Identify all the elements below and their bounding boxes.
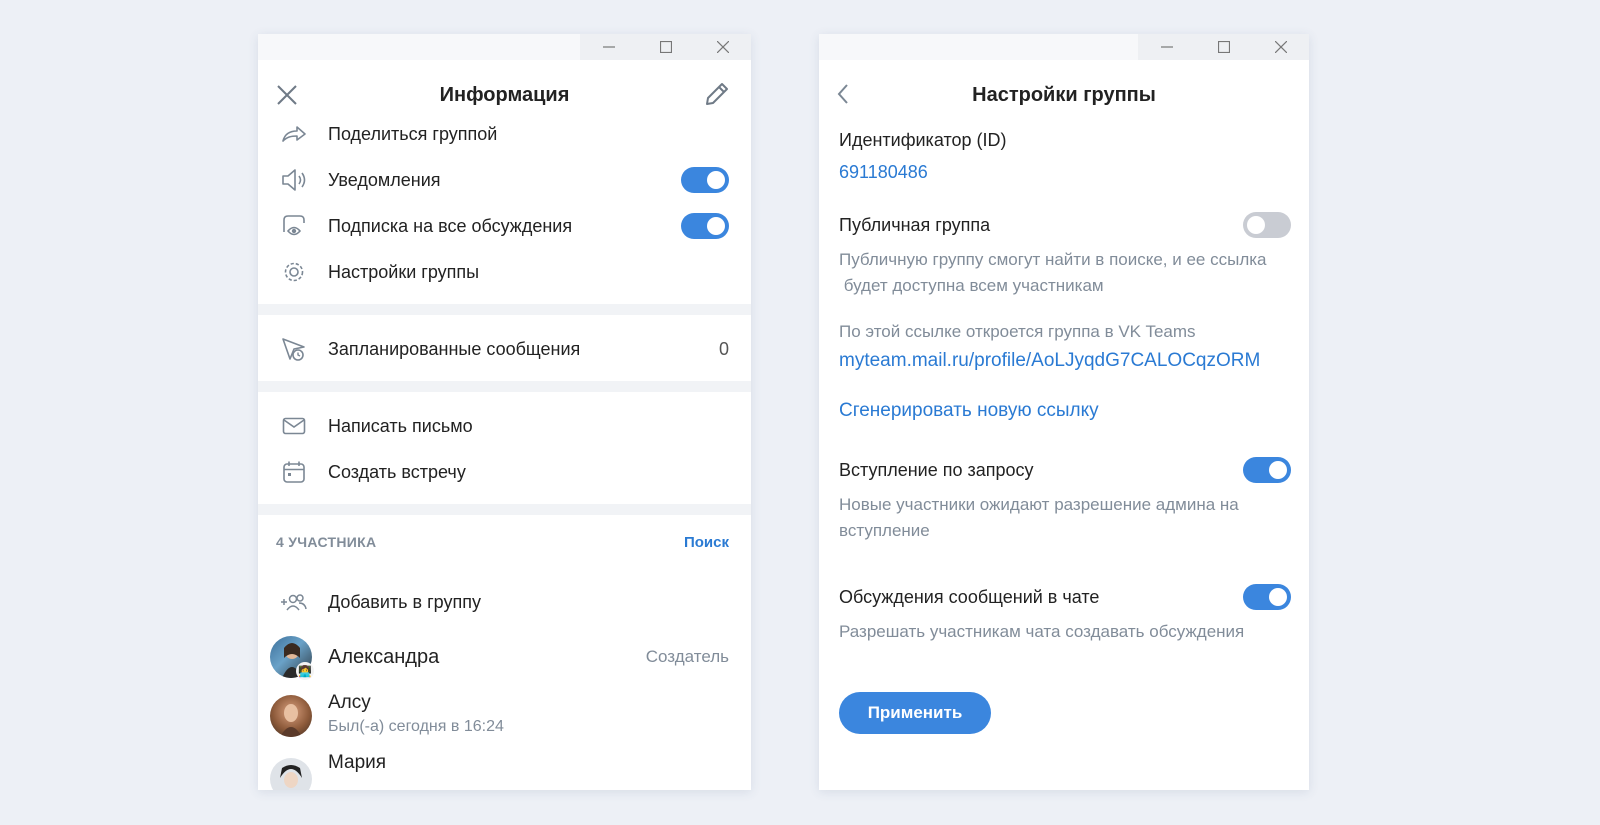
scheduled-send-icon: [280, 335, 308, 363]
join-request-description-line: вступление: [839, 521, 930, 540]
members-count-header: 4 УЧАСТНИКА: [276, 534, 377, 550]
divider: [258, 504, 751, 515]
edit-pencil-icon[interactable]: [701, 78, 733, 110]
member-name: Мария: [328, 752, 387, 773]
settings-header: Настройки группы: [819, 60, 1309, 130]
title-bar: [258, 34, 751, 60]
group-id-value[interactable]: 691180486: [839, 162, 928, 183]
add-to-group-label: Добавить в группу: [328, 591, 481, 612]
close-window-button[interactable]: [694, 34, 751, 60]
window-controls: [1138, 34, 1309, 60]
close-window-button[interactable]: [1252, 34, 1309, 60]
public-group-description: Публичную группу смогут найти в поиске, …: [839, 247, 1267, 299]
join-request-toggle[interactable]: [1243, 457, 1291, 483]
menu-item-share-group[interactable]: Поделиться группой: [258, 111, 751, 157]
member-row[interactable]: Алсу Был(-а) сегодня в 16:24: [258, 690, 751, 742]
menu-item-label: Уведомления: [328, 169, 441, 190]
join-request-label: Вступление по запросу: [839, 460, 1034, 480]
calendar-icon: [280, 458, 308, 486]
member-name: Александра: [328, 645, 440, 668]
menu-item-write-email[interactable]: Написать письмо: [258, 403, 751, 449]
public-group-toggle[interactable]: [1243, 212, 1291, 238]
menu-item-label: Создать встречу: [328, 461, 466, 482]
scheduled-count: 0: [718, 338, 729, 359]
menu-item-label: Поделиться группой: [328, 123, 498, 144]
group-settings-window: Настройки группы Идентификатор (ID) 6911…: [819, 34, 1309, 790]
member-row[interactable]: 👩‍💻 Александра Создатель: [258, 632, 751, 682]
discussion-eye-icon: [280, 212, 308, 240]
link-description: По этой ссылке откроется группа в VK Tea…: [839, 322, 1196, 341]
discussions-label: Обсуждения сообщений в чате: [839, 587, 1100, 607]
avatar: [270, 758, 312, 790]
divider: [258, 304, 751, 315]
menu-item-label: Написать письмо: [328, 415, 473, 436]
join-request-description-line: Новые участники ожидают разрешение админ…: [839, 495, 1239, 514]
group-info-window: Информация Поделиться группой Уведомлени…: [258, 34, 751, 790]
public-group-description-line: Публичную группу смогут найти в поиске, …: [839, 250, 1267, 269]
discussions-description: Разрешать участникам чата создавать обсу…: [839, 622, 1245, 641]
add-to-group-button[interactable]: Добавить в группу: [258, 579, 751, 625]
add-people-icon: [280, 588, 308, 616]
member-role: Создатель: [645, 647, 729, 666]
apply-button[interactable]: Применить: [839, 692, 991, 734]
group-id-label: Идентификатор (ID): [839, 130, 1007, 150]
menu-item-create-meeting[interactable]: Создать встречу: [258, 449, 751, 495]
maximize-button[interactable]: [637, 34, 694, 60]
page-title: Настройки группы: [972, 84, 1156, 106]
group-invite-link[interactable]: myteam.mail.ru/profile/AoLJyqdG7CALOCqzO…: [839, 350, 1260, 372]
public-group-description-line: будет доступна всем участникам: [839, 276, 1104, 295]
public-group-label: Публичная группа: [839, 215, 991, 235]
share-icon: [280, 120, 308, 148]
menu-item-label: Настройки группы: [328, 261, 480, 282]
window-controls: [580, 34, 751, 60]
gear-icon: [280, 258, 308, 286]
menu-item-label: Запланированные сообщения: [328, 338, 581, 359]
subscribe-discussions-toggle[interactable]: [681, 213, 729, 239]
menu-item-group-settings[interactable]: Настройки группы: [258, 249, 751, 295]
member-status: Был(-а) сегодня в 16:24: [328, 718, 504, 735]
menu-item-scheduled-messages[interactable]: Запланированные сообщения 0: [258, 326, 751, 372]
minimize-button[interactable]: [1138, 34, 1195, 60]
title-bar: [819, 34, 1309, 60]
notifications-toggle[interactable]: [681, 167, 729, 193]
regenerate-link-button[interactable]: Сгенерировать новую ссылку: [839, 400, 1099, 422]
avatar: [270, 695, 312, 737]
page-title: Информация: [439, 84, 570, 106]
envelope-icon: [280, 412, 308, 440]
admin-badge-icon: 👩‍💻: [296, 662, 314, 680]
menu-item-subscribe-discussions[interactable]: Подписка на все обсуждения: [258, 203, 751, 249]
speaker-icon: [280, 166, 308, 194]
menu-item-notifications[interactable]: Уведомления: [258, 157, 751, 203]
member-row[interactable]: Мария: [258, 746, 751, 790]
minimize-button[interactable]: [580, 34, 637, 60]
maximize-button[interactable]: [1195, 34, 1252, 60]
members-search-link[interactable]: Поиск: [684, 534, 729, 551]
join-request-description: Новые участники ожидают разрешение админ…: [839, 492, 1239, 544]
menu-item-label: Подписка на все обсуждения: [328, 215, 573, 236]
discussions-toggle[interactable]: [1243, 584, 1291, 610]
divider: [258, 381, 751, 392]
member-name: Алсу: [328, 692, 371, 713]
